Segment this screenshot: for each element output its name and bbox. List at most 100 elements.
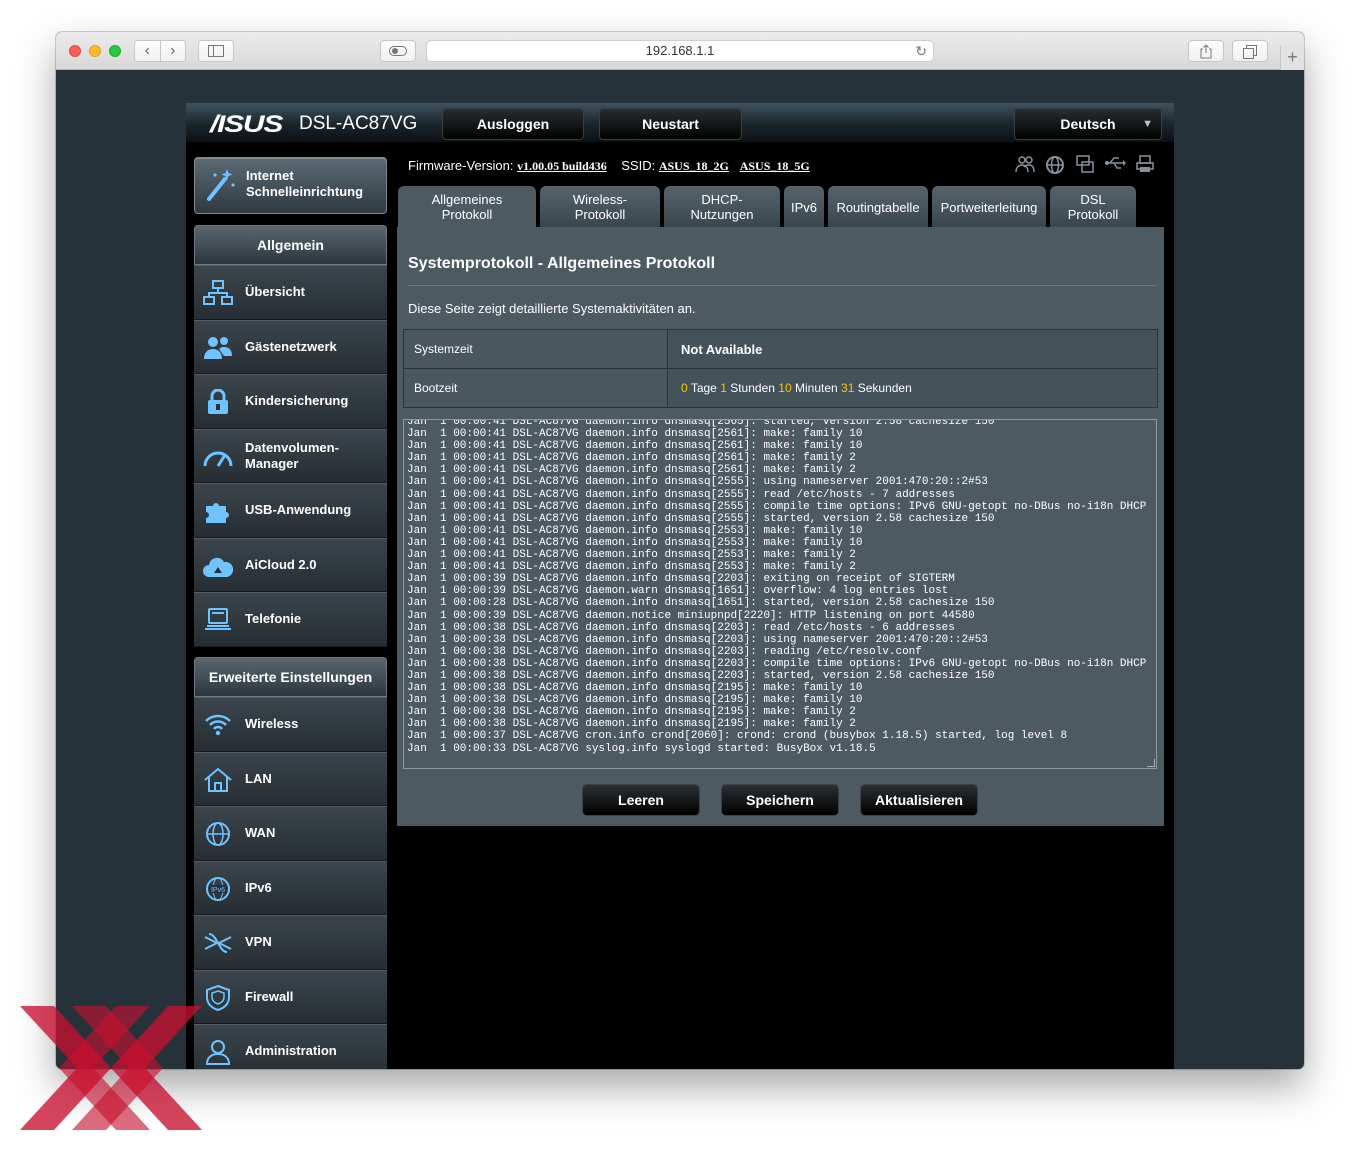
address-bar[interactable]: 192.168.1.1 ↻ [426,40,934,62]
reader-icon[interactable] [380,40,416,62]
ssid-label: SSID: [621,158,656,173]
system-log-textarea[interactable]: Jan 1 00:00:41 DSL-AC87VG daemon.info dn… [403,419,1157,769]
tabs-icon[interactable] [1232,40,1268,62]
sidebar-item-label-line1: Datenvolumen- [245,439,339,455]
sidebar-item-parental-control[interactable]: Kindersicherung [194,374,387,429]
tab-label-line2: Nutzungen [690,207,754,222]
boot-minutes: 10 [778,381,792,395]
hardwareluxx-logo-icon [20,1006,202,1130]
parental-lock-icon [208,389,228,414]
sidebar-item-label: Kindersicherung [245,393,349,409]
sidebar-item-overview[interactable]: Übersicht [194,265,387,320]
shield-icon [206,984,230,1011]
sidebar-item-label-line2: Manager [245,455,299,471]
sidebar-item-firewall[interactable]: Firewall [194,969,387,1024]
tab-wireless-log[interactable]: Wireless- Protokoll [540,186,660,228]
clients-icon[interactable] [1014,155,1036,177]
firmware-version-link[interactable]: v1.00.05 build436 [517,159,607,173]
printer-icon[interactable] [1134,155,1156,177]
tab-label-line2: Protokoll [1067,207,1119,222]
tab-general-log[interactable]: Allgemeines Protokoll [398,186,536,228]
browser-toolbar: ‹ › 192.168.1.1 ↻ + [56,32,1304,70]
tab-dsl-log[interactable]: DSL Protokoll [1050,186,1136,228]
forward-icon[interactable]: › [159,41,186,61]
web-viewport: /ISUS DSL-AC87VG Ausloggen Neustart Deut… [56,71,1304,1069]
globe-icon [206,822,230,846]
refresh-log-button[interactable]: Aktualisieren [860,784,978,816]
boot-seconds-unit: Sekunden [857,381,912,395]
sidebar-item-telephony[interactable]: Telefonie [194,592,387,647]
devices-icon[interactable] [1074,155,1096,177]
page-title: Systemprotokoll - Allgemeines Protokoll [408,255,716,272]
browser-window: ‹ › 192.168.1.1 ↻ + /ISUS DSL-AC87VG Aus… [56,32,1304,1069]
ssid-5g-link[interactable]: ASUS_18_5G [740,159,810,173]
table-row: Systemzeit Not Available [403,329,1158,369]
tab-label-line2: Protokoll [574,207,626,222]
tab-label: Portweiterleitung [940,199,1038,215]
tab-dhcp-leases[interactable]: DHCP- Nutzungen [664,186,780,228]
clear-log-button[interactable]: Leeren [582,784,700,816]
sidebar-item-aicloud[interactable]: AiCloud 2.0 [194,537,387,592]
gauge-icon [203,451,233,467]
minimize-window-button[interactable] [89,45,101,57]
sidebar-item-administration[interactable]: Administration [194,1024,387,1069]
sidebar-item-usb-application[interactable]: USB-Anwendung [194,483,387,538]
sidebar-item-ipv6[interactable]: IPv6 IPv6 [194,860,387,915]
sidebar-item-lan[interactable]: LAN [194,751,387,806]
back-icon[interactable]: ‹ [135,41,160,61]
boot-days: 0 [681,381,688,395]
firmware-info-bar: Firmware-Version: v1.00.05 build436 SSID… [408,158,810,174]
tab-label-line2: Protokoll [441,207,493,222]
advanced-menu-heading: Erweiterte Einstellungen [194,657,387,697]
quick-internet-setup-button[interactable]: Internet Schnelleinrichtung [194,157,387,214]
reboot-button[interactable]: Neustart [599,108,742,140]
tab-port-forwarding[interactable]: Portweiterleitung [932,186,1046,228]
tab-label-line1: DSL [1080,192,1106,207]
sidebar-item-label: Firewall [245,988,294,1004]
sidebar-item-label: Datenvolumen- Manager [245,440,339,472]
tab-routing-table[interactable]: Routingtabelle [828,186,928,228]
telephony-icon [205,608,231,630]
usb-icon[interactable] [1104,155,1126,177]
tab-label: Routingtabelle [836,199,920,215]
sidebar-item-guest-network[interactable]: Gästenetzwerk [194,319,387,374]
sidebar-item-label: USB-Anwendung [245,502,352,518]
sidebar-icon[interactable] [198,40,234,62]
resize-handle-icon[interactable] [1147,759,1155,767]
language-select[interactable]: Deutsch ▼ [1014,108,1162,140]
general-menu-heading: Allgemein [194,225,387,265]
ssid-2g-link[interactable]: ASUS_18_2G [659,159,729,173]
tab-label-line1: Allgemeines [431,192,503,207]
boot-time-value: 0 Tage 1 Stunden 10 Minuten 31 Sekunden [667,368,1158,408]
sidebar-item-traffic-manager[interactable]: Datenvolumen- Manager [194,428,387,483]
share-icon[interactable] [1188,40,1224,62]
model-name: DSL-AC87VG [299,113,418,134]
cloud-icon [203,557,233,577]
internet-status-icon[interactable] [1044,155,1066,177]
boot-hours: 1 [720,381,727,395]
close-window-button[interactable] [69,45,81,57]
firmware-label: Firmware-Version: [408,158,514,173]
boot-minutes-unit: Minuten [794,381,838,395]
save-log-button[interactable]: Speichern [721,784,839,816]
sidebar-item-label: Wireless [245,716,299,732]
sidebar-item-wireless[interactable]: Wireless [194,697,387,752]
house-icon [204,767,232,792]
tab-ipv6[interactable]: IPv6 [784,186,824,228]
system-time-value: Not Available [667,329,1158,369]
network-map-icon [203,280,233,305]
url-text: 192.168.1.1 [645,43,715,58]
boot-days-unit: Tage [690,381,717,395]
boot-seconds: 31 [841,381,855,395]
user-icon [205,1040,231,1065]
wifi-icon [205,714,231,736]
zoom-window-button[interactable] [109,45,121,57]
content-panel: Systemprotokoll - Allgemeines Protokoll … [397,227,1164,826]
new-tab-icon[interactable]: + [1280,46,1304,70]
svg-text:IPv6: IPv6 [211,887,225,894]
logout-button[interactable]: Ausloggen [442,108,584,140]
sidebar-item-wan[interactable]: WAN [194,806,387,861]
vpn-icon [204,933,232,953]
reload-icon[interactable]: ↻ [915,41,927,61]
sidebar-item-vpn[interactable]: VPN [194,915,387,970]
